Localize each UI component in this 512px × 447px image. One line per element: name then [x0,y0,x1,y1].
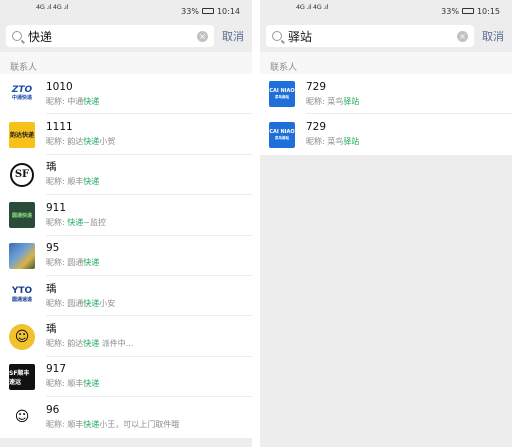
contact-name: 729 [306,121,327,134]
avatar-label: ☺ [14,328,30,345]
contact-row[interactable]: YTO 圆通速递 瑀 昵称: 圆通快递小安 [0,275,252,317]
photo-avatar [9,242,35,269]
contact-row[interactable]: ☺ 96 昵称: 顺丰快递小王，可以上门取件哦 [0,397,252,438]
avatar-sublabel: 菜鸟驿站 [275,135,289,140]
clear-icon[interactable]: × [197,30,208,42]
contact-nickname: 昵称: 菜鸟驿站 [306,137,360,147]
contact-name: 1010 [46,80,73,93]
avatar-sublabel: 圆通速递 [11,297,32,304]
sf-avatar: SF [9,161,35,188]
search-input[interactable]: 快递 × [6,25,214,47]
avatar-label: YTO [11,286,33,297]
search-row: 快递 × 取消 [0,22,252,50]
contact-row[interactable]: 韵达快递 1111 昵称: 韵达快递小贺 [0,114,252,156]
contact-list: CAI NIAO 菜鸟驿站 729 昵称: 菜鸟驿站 CAI NIAO 菜鸟驿站… [260,74,512,155]
section-header: 联系人 [260,52,512,74]
avatar-sublabel: 中通快递 [11,95,32,102]
cainiao-avatar: CAI NIAO 菜鸟驿站 [269,81,295,108]
search-results-panel-right: 4G .ıl 4G .ıl 33% 10:15 驿站 × 取消 联系人 CAI … [260,0,512,447]
contact-row[interactable]: ☺ 瑀 昵称: 韵达快递 派件中... [0,316,252,358]
emoji-avatar: ☺ [9,323,35,350]
avatar-label: 韵达快递 [9,132,34,140]
cancel-button[interactable]: 取消 [222,28,244,44]
avatar-label: ZTO [11,85,33,96]
clock: 10:15 [476,6,500,16]
contact-row[interactable]: SF 瑀 昵称: 顺丰快递 [0,154,252,196]
status-bar: 4G .ıl 4G .ıl 33% 10:15 [260,0,512,22]
contact-name: 96 [46,403,60,416]
avatar-label: 圆通快递 [11,212,32,219]
yunda-avatar: 韵达快递 [9,121,35,148]
contact-name: 729 [306,80,327,93]
contact-row[interactable]: CAI NIAO 菜鸟驿站 729 昵称: 菜鸟驿站 [260,114,512,155]
signal-icon: 4G .ıl 4G .ıl [36,3,68,11]
contact-name: 95 [46,242,60,255]
contact-nickname: 昵称: 韵达快递小贺 [46,137,116,147]
contact-nickname: 昵称: 快递~监控 [46,217,106,227]
contact-name: 瑀 [46,282,57,295]
search-row: 驿站 × 取消 [260,22,512,50]
contact-row[interactable]: 圆通快递 911 昵称: 快递~监控 [0,195,252,236]
avatar-label: SF [10,162,34,187]
zto-avatar: ZTO 中通快递 [9,81,35,108]
avatar-sublabel: 菜鸟驿站 [275,95,289,100]
cainiao-avatar: CAI NIAO 菜鸟驿站 [269,121,295,148]
contact-name: 瑀 [46,323,57,336]
contact-nickname: 昵称: 中通快递 [46,96,100,106]
contact-nickname: 昵称: 圆通快递 [46,258,100,268]
contact-row[interactable]: ZTO 中通快递 1010 昵称: 中通快递 [0,74,252,115]
avatar-label: SF顺丰速运 [9,369,30,386]
yto-avatar: YTO 圆通速递 [9,283,35,310]
battery-icon [461,8,474,14]
contact-name: 911 [46,201,67,214]
battery-percent: 33% [181,6,199,16]
contact-nickname: 昵称: 菜鸟驿站 [306,96,360,106]
contact-nickname: 昵称: 圆通快递小安 [46,298,116,308]
contact-list: ZTO 中通快递 1010 昵称: 中通快递 韵达快递 1111 昵称: 韵达快… [0,74,252,438]
contact-name: 瑀 [46,161,57,174]
contact-row[interactable]: 95 昵称: 圆通快递 [0,235,252,277]
status-bar: 4G .ıl 4G .ıl 33% 10:14 [0,0,252,22]
signal-icon: 4G .ıl 4G .ıl [296,3,328,11]
clear-icon[interactable]: × [457,30,468,42]
cancel-button[interactable]: 取消 [482,28,504,44]
contact-name: 1111 [46,121,73,134]
section-header: 联系人 [0,52,252,74]
search-query[interactable]: 快递 [28,28,197,45]
contact-name: 917 [46,363,67,376]
screenshot-pair: 4G .ıl 4G .ıl 33% 10:14 快递 × 取消 联系人 ZTO … [0,0,512,447]
storefront-avatar: 圆通快递 [9,202,35,229]
contact-row[interactable]: CAI NIAO 菜鸟驿站 729 昵称: 菜鸟驿站 [260,74,512,115]
battery-percent: 33% [441,6,459,16]
clock: 10:14 [216,6,240,16]
battery-icon [201,8,214,14]
search-query[interactable]: 驿站 [288,28,457,45]
contact-nickname: 昵称: 顺丰快递小王，可以上门取件哦 [46,419,180,429]
cartoon-avatar: ☺ [9,404,35,431]
avatar-label: ☺ [14,409,30,426]
search-input[interactable]: 驿站 × [266,25,474,47]
contact-nickname: 昵称: 顺丰快递 [46,177,100,187]
sf-express-avatar: SF顺丰速运 [9,363,35,390]
contact-nickname: 昵称: 韵达快递 派件中... [46,339,134,349]
contact-nickname: 昵称: 顺丰快递 [46,379,100,389]
search-results-panel-left: 4G .ıl 4G .ıl 33% 10:14 快递 × 取消 联系人 ZTO … [0,0,252,447]
search-icon [272,31,282,41]
search-icon [12,31,22,41]
contact-row[interactable]: SF顺丰速运 917 昵称: 顺丰快递 [0,356,252,398]
